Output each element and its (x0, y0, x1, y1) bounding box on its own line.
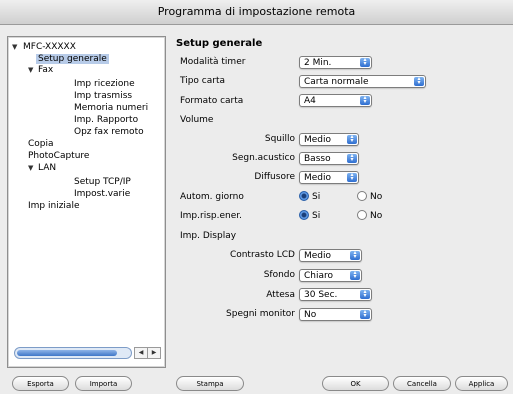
tipo-carta-label: Tipo carta (180, 76, 226, 86)
spegni-monitor-label: Spegni monitor (226, 309, 295, 319)
tree-item-setup-generale[interactable]: Setup generale (36, 53, 109, 64)
diffusore-value: Medio (304, 173, 332, 183)
tree-item-imp-rapporto[interactable]: Imp. Rapporto (74, 115, 138, 126)
imp-display-label: Imp. Display (180, 231, 237, 241)
formato-carta-value: A4 (304, 96, 316, 106)
volume-label: Volume (180, 115, 214, 125)
tipo-carta-select[interactable]: Carta normale ▴ ▾ (299, 75, 426, 88)
tree-item-photocapture[interactable]: PhotoCapture (28, 151, 89, 162)
modalita-timer-value: 2 Min. (304, 58, 332, 68)
spegni-monitor-value: No (304, 310, 317, 320)
autom-giorno-si-radio[interactable]: Si (299, 191, 320, 203)
attesa-select[interactable]: 30 Sec. ▴ ▾ (299, 288, 372, 301)
contrasto-lcd-select[interactable]: Medio ▴ ▾ (299, 249, 362, 262)
horizontal-scrollbar[interactable]: ◀ ▶ (14, 347, 161, 359)
tree-item-imp-trasmiss[interactable]: Imp trasmiss (74, 91, 132, 102)
squillo-value: Medio (304, 135, 332, 145)
settings-tree[interactable]: ▼ MFC-XXXXX Setup generale ▼ Fax Imp ric… (7, 36, 166, 368)
popup-arrows-icon: ▴ ▾ (347, 153, 357, 163)
popup-arrows-icon: ▴ ▾ (414, 76, 424, 86)
formato-carta-label: Formato carta (180, 96, 244, 106)
scrollbar-track[interactable] (14, 347, 132, 359)
formato-carta-select[interactable]: A4 ▴ ▾ (299, 94, 372, 107)
tipo-carta-value: Carta normale (304, 77, 369, 87)
sfondo-select[interactable]: Chiaro ▴ ▾ (299, 269, 362, 282)
popup-arrows-icon: ▴ ▾ (360, 57, 370, 67)
esporta-button[interactable]: Esporta (12, 376, 69, 391)
contrasto-lcd-label: Contrasto LCD (229, 250, 295, 260)
popup-arrows-icon: ▴ ▾ (360, 95, 370, 105)
tree-item-lan[interactable]: LAN (38, 163, 56, 174)
tree-item-memoria-numeri[interactable]: Memoria numeri (74, 103, 148, 114)
radio-unselected-icon (357, 210, 367, 220)
scroll-right-icon[interactable]: ▶ (147, 347, 161, 359)
diffusore-label: Diffusore (254, 172, 295, 182)
autom-giorno-no-radio[interactable]: No (357, 191, 382, 203)
cancella-button[interactable]: Cancella (393, 376, 451, 391)
section-title: Setup generale (176, 38, 263, 49)
spegni-monitor-select[interactable]: No ▴ ▾ (299, 308, 372, 321)
imp-risp-ener-label: Imp.risp.ener. (180, 211, 242, 221)
tree-item-imp-ricezione[interactable]: Imp ricezione (74, 79, 135, 90)
popup-arrows-icon: ▴ ▾ (347, 134, 357, 144)
radio-unselected-icon (357, 191, 367, 201)
radio-selected-icon (299, 210, 309, 220)
popup-arrows-icon: ▴ ▾ (350, 270, 360, 280)
popup-arrows-icon: ▴ ▾ (360, 289, 370, 299)
scrollbar-thumb[interactable] (17, 350, 117, 356)
segn-acustico-label: Segn.acustico (232, 153, 295, 163)
autom-giorno-label: Autom. giorno (180, 192, 244, 202)
popup-arrows-icon: ▴ ▾ (347, 172, 357, 182)
segn-acustico-select[interactable]: Basso ▴ ▾ (299, 152, 359, 165)
tree-item-fax[interactable]: Fax (38, 65, 53, 76)
disclosure-triangle-icon[interactable]: ▼ (28, 65, 33, 76)
tree-item-impost-varie[interactable]: Impost.varie (74, 189, 130, 200)
squillo-select[interactable]: Medio ▴ ▾ (299, 133, 359, 146)
disclosure-triangle-icon[interactable]: ▼ (28, 163, 33, 174)
tree-item-opz-fax-remoto[interactable]: Opz fax remoto (74, 127, 144, 138)
sfondo-label: Sfondo (263, 270, 295, 280)
radio-selected-icon (299, 191, 309, 201)
disclosure-triangle-icon[interactable]: ▼ (12, 42, 17, 53)
popup-arrows-icon: ▴ ▾ (350, 250, 360, 260)
importa-button[interactable]: Importa (75, 376, 132, 391)
scroll-left-icon[interactable]: ◀ (134, 347, 148, 359)
squillo-label: Squillo (264, 134, 295, 144)
tree-item-copia[interactable]: Copia (28, 139, 54, 150)
tree-item-setup-tcpip[interactable]: Setup TCP/IP (74, 177, 131, 188)
imp-risp-ener-no-radio[interactable]: No (357, 210, 382, 222)
popup-arrows-icon: ▴ ▾ (360, 309, 370, 319)
ok-button[interactable]: OK (322, 376, 389, 391)
tree-item-imp-iniziale[interactable]: Imp iniziale (28, 201, 79, 212)
segn-acustico-value: Basso (304, 154, 331, 164)
content-area: ▼ MFC-XXXXX Setup generale ▼ Fax Imp ric… (0, 25, 513, 394)
attesa-value: 30 Sec. (304, 290, 338, 300)
window-title: Programma di impostazione remota (0, 0, 513, 25)
sfondo-value: Chiaro (304, 271, 334, 281)
attesa-label: Attesa (266, 290, 295, 300)
applica-button[interactable]: Applica (455, 376, 508, 391)
stampa-button[interactable]: Stampa (176, 376, 244, 391)
modalita-timer-select[interactable]: 2 Min. ▴ ▾ (299, 56, 372, 69)
diffusore-select[interactable]: Medio ▴ ▾ (299, 171, 359, 184)
modalita-timer-label: Modalità timer (180, 57, 246, 67)
contrasto-lcd-value: Medio (304, 251, 332, 261)
imp-risp-ener-si-radio[interactable]: Si (299, 210, 320, 222)
tree-item-device[interactable]: MFC-XXXXX (23, 42, 76, 53)
